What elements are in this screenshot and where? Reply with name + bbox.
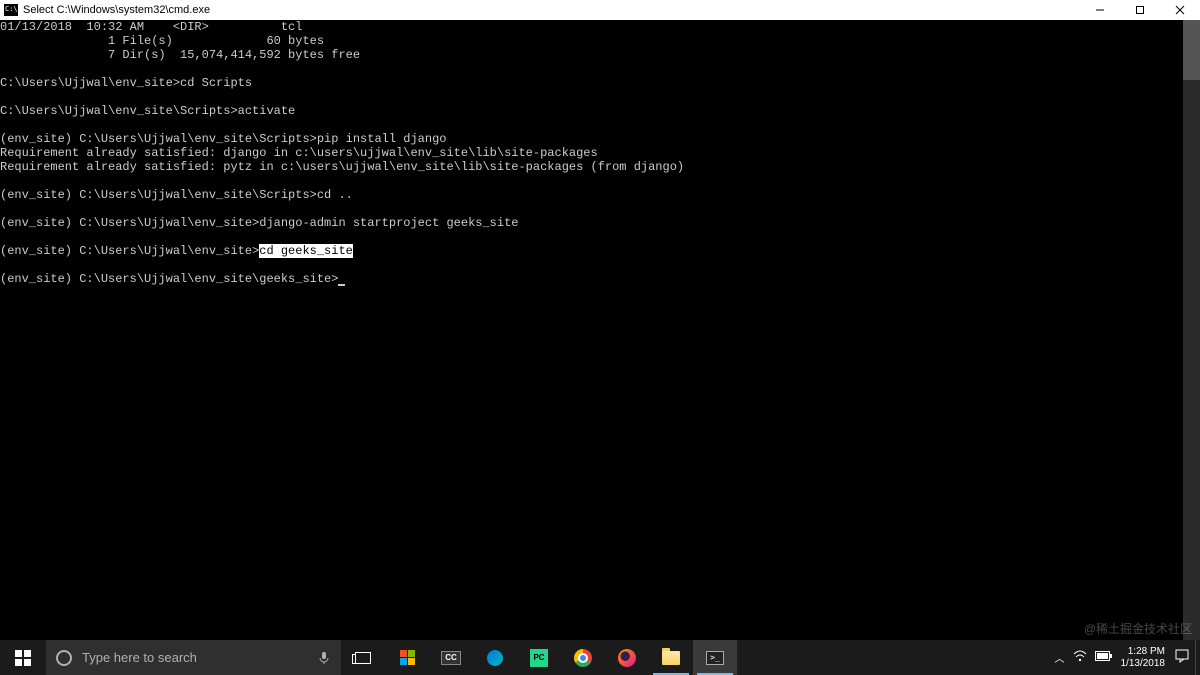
cortana-icon — [56, 650, 72, 666]
edge-icon — [487, 650, 503, 666]
terminal-output[interactable]: 01/13/2018 10:32 AM <DIR> tcl 1 File(s) … — [0, 20, 1183, 640]
chrome-icon — [574, 649, 592, 667]
clock-date: 1/13/2018 — [1121, 658, 1166, 670]
captions-button[interactable]: CC — [429, 640, 473, 675]
maximize-button[interactable] — [1120, 0, 1160, 20]
cmd-taskbar-button[interactable]: >_ — [693, 640, 737, 675]
mic-icon[interactable] — [317, 651, 331, 665]
start-button[interactable] — [0, 640, 46, 675]
pycharm-button[interactable]: PC — [517, 640, 561, 675]
store-icon — [400, 650, 415, 665]
chrome-button[interactable] — [561, 640, 605, 675]
window-titlebar: Select C:\Windows\system32\cmd.exe — [0, 0, 1200, 20]
taskbar-apps: CC PC >_ — [341, 640, 737, 675]
folder-icon — [662, 651, 680, 665]
cc-icon: CC — [441, 651, 461, 665]
battery-icon[interactable] — [1095, 651, 1113, 664]
show-desktop-button[interactable] — [1195, 640, 1200, 675]
firefox-icon — [618, 649, 636, 667]
task-view-icon — [355, 652, 371, 664]
tray-chevron-icon[interactable]: ︿ — [1055, 650, 1065, 665]
notifications-icon[interactable] — [1175, 649, 1189, 666]
watermark: @稀土掘金技术社区 — [1084, 620, 1192, 637]
terminal-area: 01/13/2018 10:32 AM <DIR> tcl 1 File(s) … — [0, 20, 1200, 640]
file-explorer-button[interactable] — [649, 640, 693, 675]
firefox-button[interactable] — [605, 640, 649, 675]
close-button[interactable] — [1160, 0, 1200, 20]
search-box[interactable]: Type here to search — [46, 640, 341, 675]
pycharm-icon: PC — [530, 649, 548, 667]
clock-time: 1:28 PM — [1121, 646, 1166, 658]
system-tray: ︿ 1:28 PM 1/13/2018 — [1049, 640, 1196, 675]
wifi-icon[interactable] — [1073, 650, 1087, 665]
window-title: Select C:\Windows\system32\cmd.exe — [23, 4, 210, 16]
scrollbar[interactable] — [1183, 20, 1200, 640]
edge-button[interactable] — [473, 640, 517, 675]
minimize-button[interactable] — [1080, 0, 1120, 20]
search-placeholder: Type here to search — [82, 650, 197, 665]
taskbar: Type here to search CC PC >_ ︿ 1:28 PM 1… — [0, 640, 1200, 675]
cmd-icon — [4, 4, 18, 16]
scrollbar-thumb[interactable] — [1183, 20, 1200, 80]
clock[interactable]: 1:28 PM 1/13/2018 — [1121, 646, 1168, 670]
task-view-button[interactable] — [341, 640, 385, 675]
microsoft-store-button[interactable] — [385, 640, 429, 675]
terminal-icon: >_ — [706, 651, 724, 665]
